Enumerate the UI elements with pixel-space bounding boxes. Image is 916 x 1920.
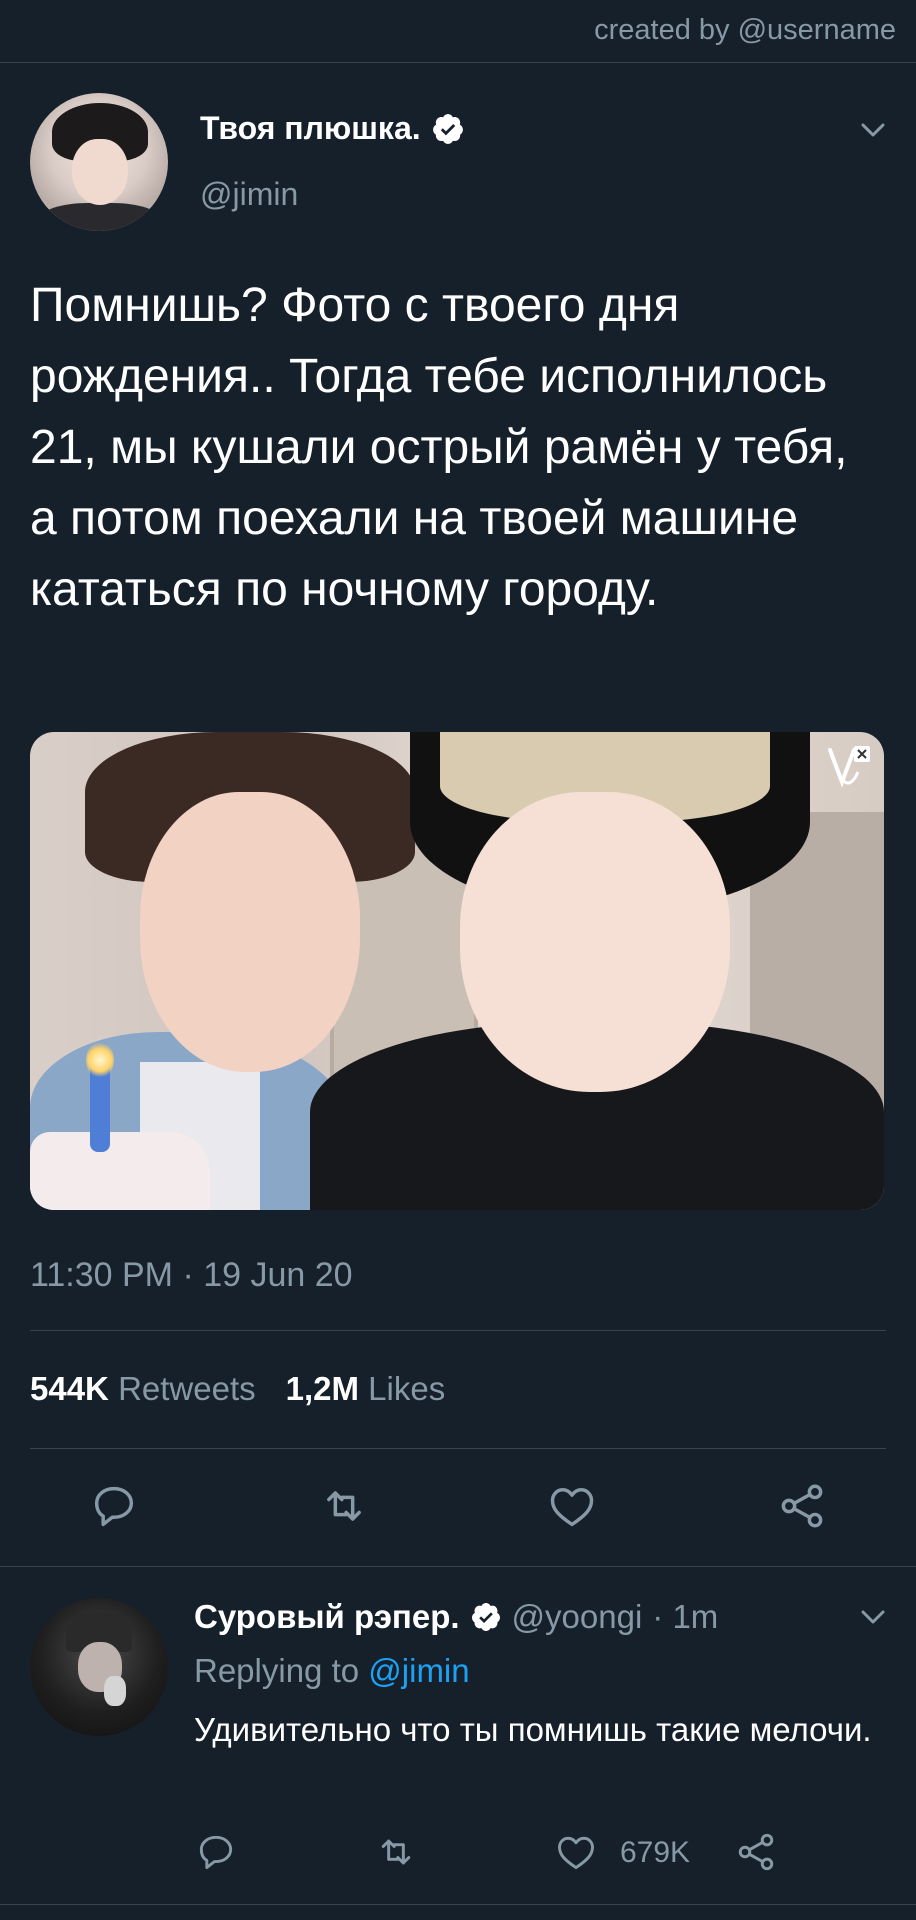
tweet-author-handle[interactable]: @jimin (200, 176, 298, 213)
chevron-down-icon[interactable] (858, 1602, 888, 1632)
replying-to-line: Replying to @jimin (194, 1652, 470, 1690)
likes-count: 1,2M (285, 1370, 359, 1407)
retweets-label: Retweets (118, 1370, 256, 1407)
reply-author-handle[interactable]: @yoongi (512, 1598, 643, 1636)
tweet-author-name: Твоя плюшка. (200, 110, 421, 146)
reply-icon[interactable] (88, 1480, 140, 1532)
heart-icon[interactable] (546, 1480, 598, 1532)
tweet-text: Помнишь? Фото с твоего дня рождения.. То… (30, 279, 848, 616)
verified-badge-icon (471, 1603, 500, 1631)
reply-text: Удивительно что ты помнишь такие мелочи. (194, 1711, 872, 1748)
divider (30, 1330, 886, 1331)
reply-time: · 1m (652, 1598, 719, 1635)
share-icon[interactable] (776, 1480, 828, 1532)
reply-actions (0, 1830, 916, 1890)
top-bar: created by @username (0, 0, 916, 63)
chevron-down-icon[interactable] (858, 115, 888, 145)
vlive-logo-icon (828, 746, 870, 788)
divider (0, 1566, 916, 1567)
tweet-author-name-row[interactable]: Твоя плюшка. (200, 110, 465, 147)
tweet-timestamp[interactable]: 11:30 PM · 19 Jun 20 (30, 1256, 353, 1295)
share-icon[interactable] (734, 1830, 778, 1874)
reply-header: Суровый рэпер. @yoongi · 1m (194, 1598, 718, 1636)
heart-icon[interactable] (554, 1830, 598, 1874)
reply-avatar[interactable] (30, 1598, 168, 1736)
divider (0, 1904, 916, 1905)
likes-stat[interactable]: 1,2M Likes (286, 1370, 446, 1408)
verified-badge-icon (432, 113, 463, 144)
tweet-stats: 544K Retweets 1,2M Likes (30, 1370, 445, 1408)
reply-icon[interactable] (194, 1830, 238, 1874)
created-by-label: created by @username (594, 14, 896, 46)
tweet-media-photo[interactable] (30, 732, 884, 1210)
replying-to-label: Replying to (194, 1652, 360, 1689)
retweet-icon[interactable] (374, 1830, 418, 1874)
avatar[interactable] (30, 93, 168, 231)
likes-label: Likes (368, 1370, 446, 1407)
retweets-stat[interactable]: 544K Retweets (30, 1370, 256, 1408)
tweet-actions (0, 1476, 916, 1536)
divider (30, 1448, 886, 1449)
retweet-icon[interactable] (318, 1480, 370, 1532)
reply-like-count: 679K (620, 1836, 691, 1869)
retweets-count: 544K (30, 1370, 109, 1407)
replying-to-handle-link[interactable]: @jimin (368, 1652, 469, 1689)
reply-author-name[interactable]: Суровый рэпер. (194, 1598, 460, 1636)
